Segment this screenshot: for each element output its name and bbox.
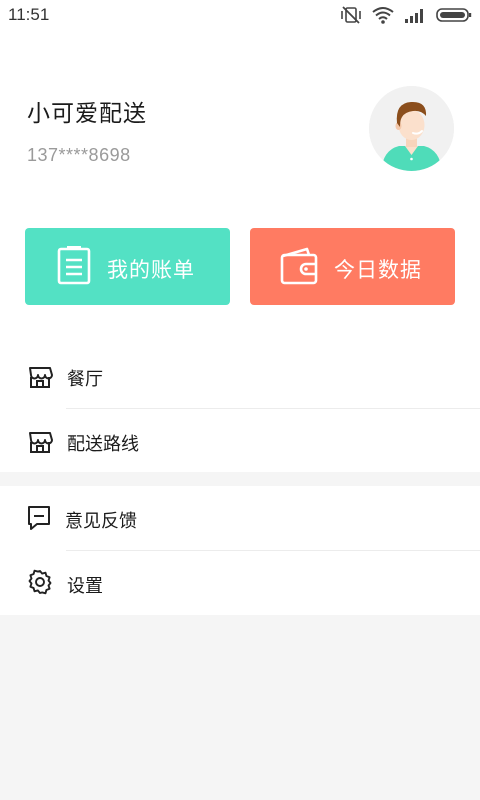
wallet-icon: [279, 246, 319, 290]
menu-item-restaurant[interactable]: 餐厅: [0, 344, 480, 408]
signal-icon: [404, 7, 426, 23]
vibrate-off-icon: [340, 6, 362, 24]
shop-icon: [27, 364, 53, 394]
today-data-button[interactable]: 今日数据: [250, 228, 455, 305]
document-icon: [56, 246, 92, 290]
my-bill-label: 我的账单: [107, 258, 195, 282]
menu-label-feedback: 意见反馈: [65, 511, 137, 532]
menu-group-secondary: 意见反馈 设置: [0, 486, 480, 615]
menu-item-route[interactable]: 配送路线: [0, 409, 480, 473]
shop-icon: [27, 429, 53, 459]
menu-item-feedback[interactable]: 意见反馈: [0, 486, 480, 550]
gear-icon: [27, 569, 53, 599]
my-bill-button[interactable]: 我的账单: [25, 228, 230, 305]
status-icons: [340, 5, 472, 25]
message-icon: [27, 505, 51, 535]
today-data-label: 今日数据: [334, 258, 422, 282]
profile-name: 小可爱配送: [27, 101, 147, 127]
status-bar: 11:51: [0, 0, 480, 30]
wifi-icon: [372, 6, 394, 24]
menu-label-route: 配送路线: [67, 434, 139, 455]
avatar[interactable]: [369, 86, 454, 171]
status-time: 11:51: [8, 5, 50, 24]
menu-label-restaurant: 餐厅: [67, 369, 103, 390]
action-cards: 我的账单 今日数据: [0, 220, 480, 330]
profile-phone: 137****8698: [27, 145, 131, 165]
menu-group-primary: 餐厅 配送路线: [0, 330, 480, 472]
profile-header: 小可爱配送 137****8698: [0, 30, 480, 220]
menu-label-settings: 设置: [67, 576, 103, 597]
avatar-icon: [369, 86, 454, 171]
battery-icon: [436, 7, 472, 23]
menu-item-settings[interactable]: 设置: [0, 551, 480, 615]
